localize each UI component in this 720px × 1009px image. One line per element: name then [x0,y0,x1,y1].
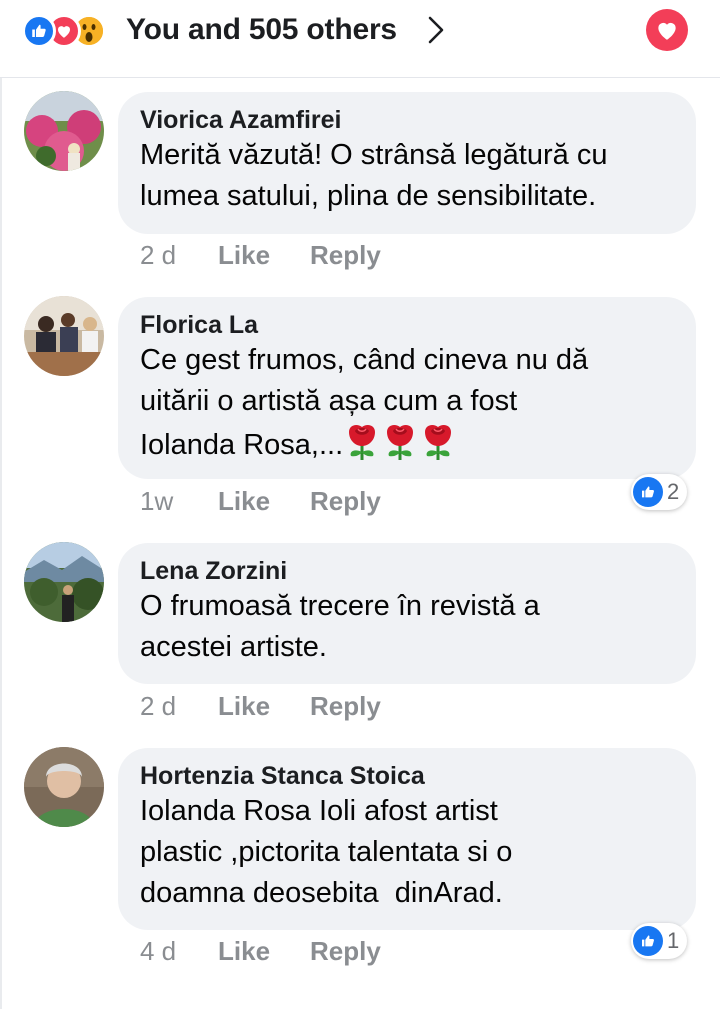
comment-actions: 2 d Like Reply [140,689,381,723]
avatar[interactable] [24,542,104,622]
reply-button[interactable]: Reply [310,691,381,722]
rose-emoji [419,422,457,462]
comment-text: Ce gest frumos, când cineva nu dă uitări… [140,340,674,466]
comment-line: Ce gest frumos, când cineva nu dă [140,344,589,376]
comment-line: O frumoasă trecere în revistă a [140,590,540,622]
rose-emoji [381,422,419,462]
comment-text: Iolanda Rosa Ioli afost artist plastic ,… [140,791,674,914]
comment-line-text: Iolanda Rosa,... [140,429,344,461]
love-react-button[interactable] [646,9,688,51]
reply-button[interactable]: Reply [310,240,381,271]
avatar[interactable] [24,296,104,376]
like-icon [22,14,56,48]
comment-bubble: Hortenzia Stanca Stoica Iolanda Rosa Iol… [118,748,696,930]
comment-actions: 4 d Like Reply [140,934,381,968]
comment-line: lumea satului, plina de sensibilitate. [140,180,597,212]
comment-time[interactable]: 4 d [140,936,218,967]
heart-icon [658,22,676,40]
reply-button[interactable]: Reply [310,936,381,967]
comment-bubble: Viorica Azamfirei Merită văzută! O strân… [118,92,696,234]
comment-reaction-count[interactable]: 1 [631,923,688,959]
comment-time[interactable]: 1w [140,486,218,517]
rose-emoji [343,422,381,462]
like-button[interactable]: Like [218,936,310,967]
comment-time[interactable]: 2 d [140,240,218,271]
comment-line: plastic ,pictorita talentata si o [140,836,513,868]
chevron-right-icon[interactable] [424,14,448,46]
comment-line: acestei artiste. [140,631,327,663]
reaction-icons[interactable] [22,14,106,48]
comment-bubble: Florica La Ce gest frumos, când cineva n… [118,297,696,479]
like-button[interactable]: Like [218,240,310,271]
comment-line: Iolanda Rosa,... [140,422,674,466]
comment-bubble: Lena Zorzini O frumoasă trecere în revis… [118,543,696,684]
like-button[interactable]: Like [218,691,310,722]
comment-line: Iolanda Rosa Ioli afost artist [140,795,498,827]
comment-text: O frumoasă trecere în revistă a acestei … [140,586,674,668]
like-button[interactable]: Like [218,486,310,517]
reaction-count: 1 [667,928,680,953]
reaction-count: 2 [667,479,680,504]
like-icon [633,477,663,507]
reactions-header: You and 505 others [0,0,720,78]
comment-line: uitării o artistă așa cum a fost [140,385,518,417]
comment-actions: 2 d Like Reply [140,238,381,272]
like-icon [633,926,663,956]
commenter-name[interactable]: Florica La [140,310,674,340]
comment-reaction-count[interactable]: 2 [631,474,688,510]
comment-line: Merită văzută! O strânsă legătură cu [140,139,608,171]
comment-actions: 1w Like Reply [140,484,381,518]
comment-line: doamna deosebita dinArad. [140,877,503,909]
comment-time[interactable]: 2 d [140,691,218,722]
divider [0,78,2,1009]
commenter-name[interactable]: Viorica Azamfirei [140,105,674,135]
avatar[interactable] [24,747,104,827]
commenter-name[interactable]: Hortenzia Stanca Stoica [140,761,674,791]
commenter-name[interactable]: Lena Zorzini [140,556,674,586]
reaction-summary[interactable]: You and 505 others [126,10,397,50]
avatar[interactable] [24,91,104,171]
comment-text: Merită văzută! O strânsă legătură cu lum… [140,135,674,217]
reply-button[interactable]: Reply [310,486,381,517]
